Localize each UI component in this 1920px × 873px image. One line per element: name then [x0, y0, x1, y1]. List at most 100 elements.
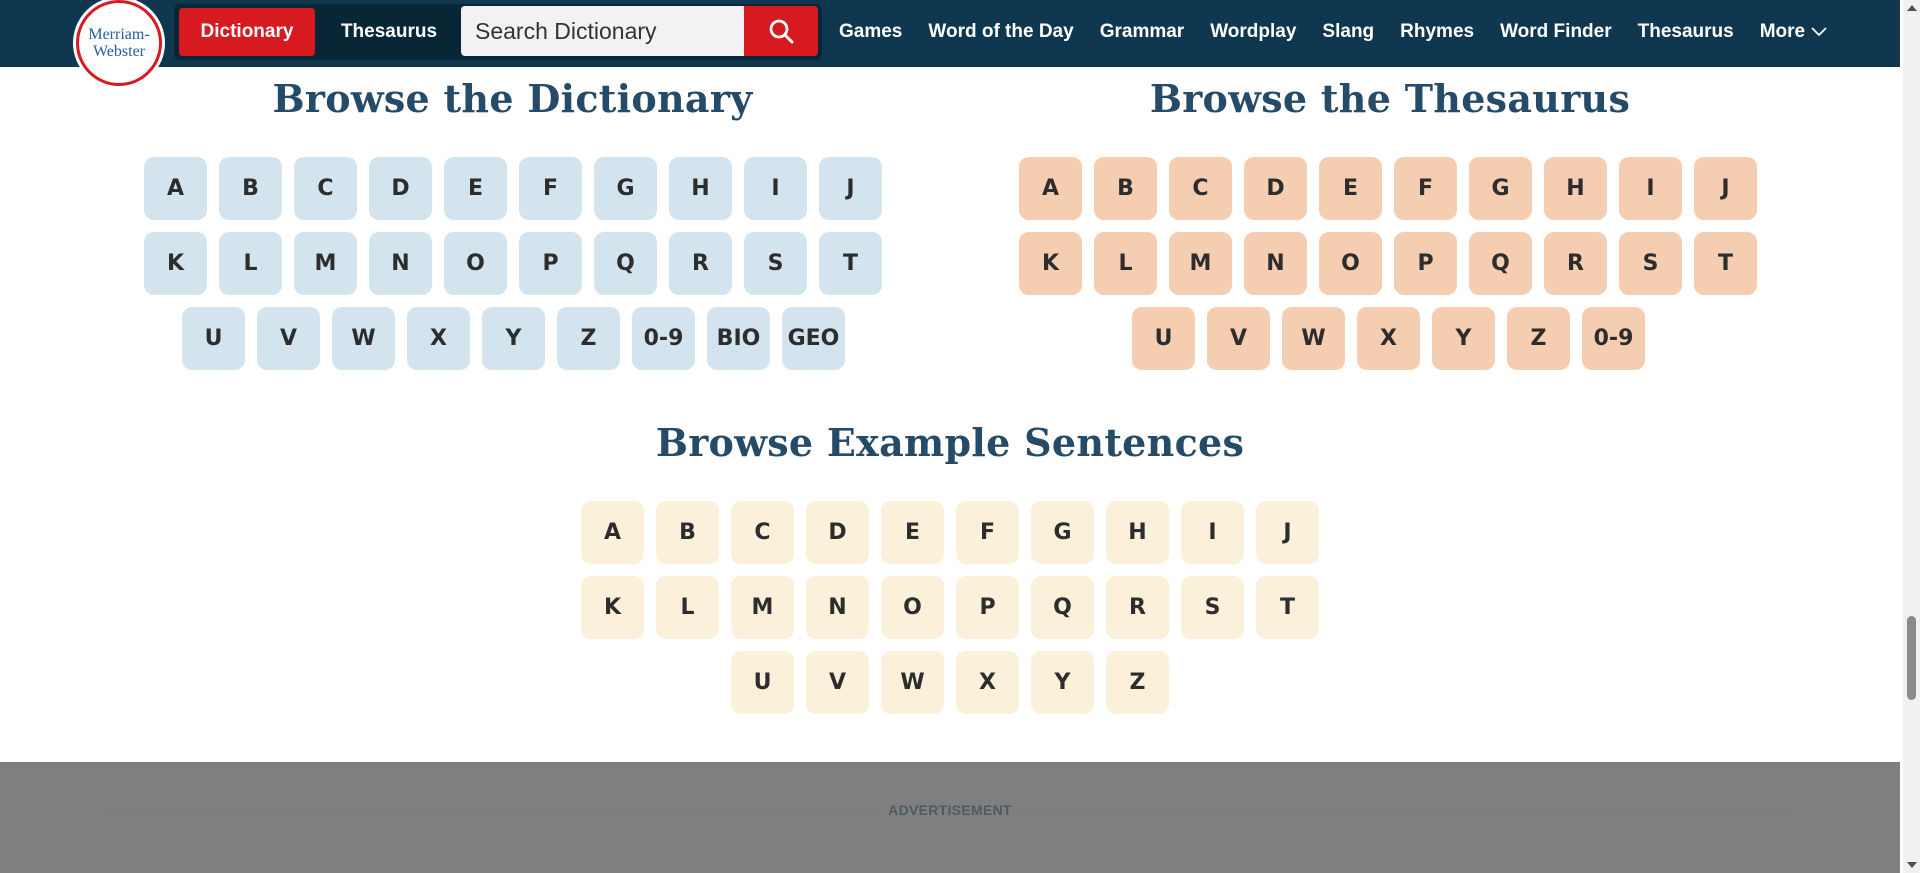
merriam-webster-logo[interactable]: Merriam- Webster	[76, 0, 162, 86]
dictionary-letter-x[interactable]: X	[407, 307, 470, 370]
sentences-letter-j[interactable]: J	[1256, 501, 1319, 564]
thesaurus-letter-q[interactable]: Q	[1469, 232, 1532, 295]
nav-rhymes[interactable]: Rhymes	[1387, 21, 1487, 43]
thesaurus-letter-p[interactable]: P	[1394, 232, 1457, 295]
sentences-letter-d[interactable]: D	[806, 501, 869, 564]
dictionary-letter-f[interactable]: F	[519, 157, 582, 220]
sentences-letter-q[interactable]: Q	[1031, 576, 1094, 639]
thesaurus-letter-l[interactable]: L	[1094, 232, 1157, 295]
thesaurus-letter-i[interactable]: I	[1619, 157, 1682, 220]
thesaurus-letter-n[interactable]: N	[1244, 232, 1307, 295]
sentences-letter-f[interactable]: F	[956, 501, 1019, 564]
sentences-letter-s[interactable]: S	[1181, 576, 1244, 639]
thesaurus-letter-z[interactable]: Z	[1507, 307, 1570, 370]
dictionary-letter-d[interactable]: D	[369, 157, 432, 220]
sentences-letter-n[interactable]: N	[806, 576, 869, 639]
dictionary-letter-t[interactable]: T	[819, 232, 882, 295]
nav-word-finder[interactable]: Word Finder	[1487, 21, 1625, 43]
nav-thesaurus[interactable]: Thesaurus	[1625, 21, 1747, 43]
thesaurus-letter-a[interactable]: A	[1019, 157, 1082, 220]
dictionary-letter-a[interactable]: A	[144, 157, 207, 220]
sentences-letter-o[interactable]: O	[881, 576, 944, 639]
thesaurus-letter-y[interactable]: Y	[1432, 307, 1495, 370]
thesaurus-letter-d[interactable]: D	[1244, 157, 1307, 220]
search-input[interactable]	[461, 6, 745, 56]
thesaurus-letter-c[interactable]: C	[1169, 157, 1232, 220]
dictionary-letter-l[interactable]: L	[219, 232, 282, 295]
sentences-letter-h[interactable]: H	[1106, 501, 1169, 564]
dictionary-letter-i[interactable]: I	[744, 157, 807, 220]
sentences-letter-l[interactable]: L	[656, 576, 719, 639]
dictionary-letter-z[interactable]: Z	[557, 307, 620, 370]
dictionary-letter-bio[interactable]: BIO	[707, 307, 770, 370]
dictionary-letter-e[interactable]: E	[444, 157, 507, 220]
dictionary-letter-o[interactable]: O	[444, 232, 507, 295]
sentences-letter-g[interactable]: G	[1031, 501, 1094, 564]
dictionary-letter-v[interactable]: V	[257, 307, 320, 370]
thesaurus-letter-m[interactable]: M	[1169, 232, 1232, 295]
dictionary-letter-u[interactable]: U	[182, 307, 245, 370]
dictionary-letter-h[interactable]: H	[669, 157, 732, 220]
thesaurus-letter-r[interactable]: R	[1544, 232, 1607, 295]
thesaurus-letter-v[interactable]: V	[1207, 307, 1270, 370]
sentences-letter-c[interactable]: C	[731, 501, 794, 564]
thesaurus-letter-h[interactable]: H	[1544, 157, 1607, 220]
sentences-letter-y[interactable]: Y	[1031, 651, 1094, 714]
dictionary-letter-s[interactable]: S	[744, 232, 807, 295]
nav-games[interactable]: Games	[826, 21, 915, 43]
dictionary-letter-n[interactable]: N	[369, 232, 432, 295]
thesaurus-letter-b[interactable]: B	[1094, 157, 1157, 220]
dictionary-letter-m[interactable]: M	[294, 232, 357, 295]
nav-wordplay[interactable]: Wordplay	[1197, 21, 1309, 43]
thesaurus-letter-t[interactable]: T	[1694, 232, 1757, 295]
nav-word-of-the-day[interactable]: Word of the Day	[915, 21, 1086, 43]
thesaurus-letter-x[interactable]: X	[1357, 307, 1420, 370]
dictionary-letter-y[interactable]: Y	[482, 307, 545, 370]
dictionary-letter-p[interactable]: P	[519, 232, 582, 295]
sentences-letter-p[interactable]: P	[956, 576, 1019, 639]
sentences-letter-t[interactable]: T	[1256, 576, 1319, 639]
tab-thesaurus[interactable]: Thesaurus	[320, 8, 458, 56]
sentences-letter-i[interactable]: I	[1181, 501, 1244, 564]
search-button[interactable]	[744, 6, 818, 56]
nav-more-button[interactable]: More	[1747, 21, 1840, 43]
thesaurus-letter-w[interactable]: W	[1282, 307, 1345, 370]
thesaurus-letter-j[interactable]: J	[1694, 157, 1757, 220]
thesaurus-letter-k[interactable]: K	[1019, 232, 1082, 295]
dictionary-letter-r[interactable]: R	[669, 232, 732, 295]
nav-grammar[interactable]: Grammar	[1087, 21, 1198, 43]
sentences-letter-e[interactable]: E	[881, 501, 944, 564]
dictionary-letter-g[interactable]: G	[594, 157, 657, 220]
page-scrollbar[interactable]	[1903, 0, 1920, 873]
dictionary-letter-geo[interactable]: GEO	[782, 307, 845, 370]
sentences-letter-x[interactable]: X	[956, 651, 1019, 714]
scroll-up-arrow-icon[interactable]	[1907, 5, 1917, 11]
sentences-letter-k[interactable]: K	[581, 576, 644, 639]
sentences-letter-a[interactable]: A	[581, 501, 644, 564]
sentences-letter-r[interactable]: R	[1106, 576, 1169, 639]
dictionary-letter-q[interactable]: Q	[594, 232, 657, 295]
nav-slang[interactable]: Slang	[1309, 21, 1387, 43]
thesaurus-letter-g[interactable]: G	[1469, 157, 1532, 220]
thesaurus-letter-0-9[interactable]: 0-9	[1582, 307, 1645, 370]
scroll-thumb[interactable]	[1907, 616, 1916, 700]
sentences-letter-m[interactable]: M	[731, 576, 794, 639]
thesaurus-letter-s[interactable]: S	[1619, 232, 1682, 295]
dictionary-letter-j[interactable]: J	[819, 157, 882, 220]
thesaurus-letter-o[interactable]: O	[1319, 232, 1382, 295]
dictionary-letter-c[interactable]: C	[294, 157, 357, 220]
thesaurus-letter-e[interactable]: E	[1319, 157, 1382, 220]
dictionary-letter-0-9[interactable]: 0-9	[632, 307, 695, 370]
sentences-letter-u[interactable]: U	[731, 651, 794, 714]
sentences-letter-v[interactable]: V	[806, 651, 869, 714]
sentences-letter-b[interactable]: B	[656, 501, 719, 564]
thesaurus-letter-u[interactable]: U	[1132, 307, 1195, 370]
thesaurus-letter-f[interactable]: F	[1394, 157, 1457, 220]
scroll-down-arrow-icon[interactable]	[1907, 862, 1917, 868]
dictionary-letter-w[interactable]: W	[332, 307, 395, 370]
dictionary-letter-b[interactable]: B	[219, 157, 282, 220]
sentences-letter-z[interactable]: Z	[1106, 651, 1169, 714]
dictionary-letter-k[interactable]: K	[144, 232, 207, 295]
sentences-letter-w[interactable]: W	[881, 651, 944, 714]
tab-dictionary[interactable]: Dictionary	[179, 8, 315, 56]
